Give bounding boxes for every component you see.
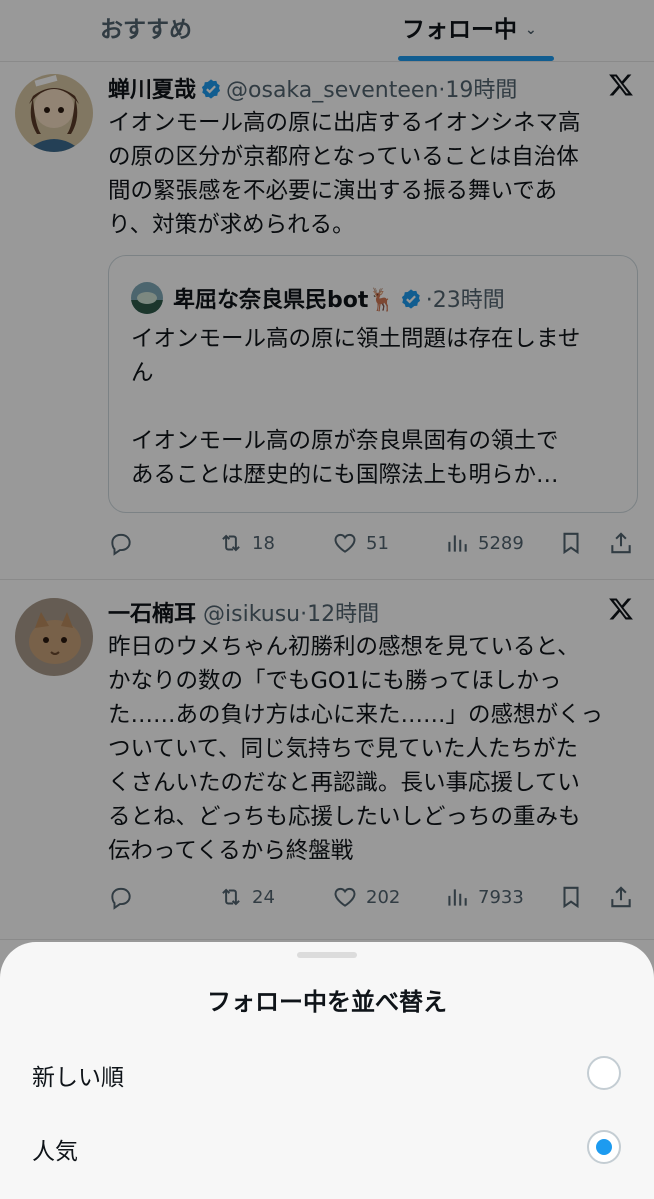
sort-bottom-sheet: フォロー中を並べ替え 新しい順 人気	[0, 942, 654, 1199]
sheet-title: フォロー中を並べ替え	[207, 988, 447, 1016]
radio-button-selected[interactable]	[587, 1130, 621, 1164]
option-label: 人気	[32, 1139, 78, 1165]
sort-option-popular[interactable]: 人気	[0, 1114, 654, 1184]
option-label: 新しい順	[32, 1065, 124, 1091]
sheet-grabber[interactable]	[297, 952, 357, 958]
sort-option-latest[interactable]: 新しい順	[0, 1040, 654, 1110]
radio-button[interactable]	[587, 1056, 621, 1090]
